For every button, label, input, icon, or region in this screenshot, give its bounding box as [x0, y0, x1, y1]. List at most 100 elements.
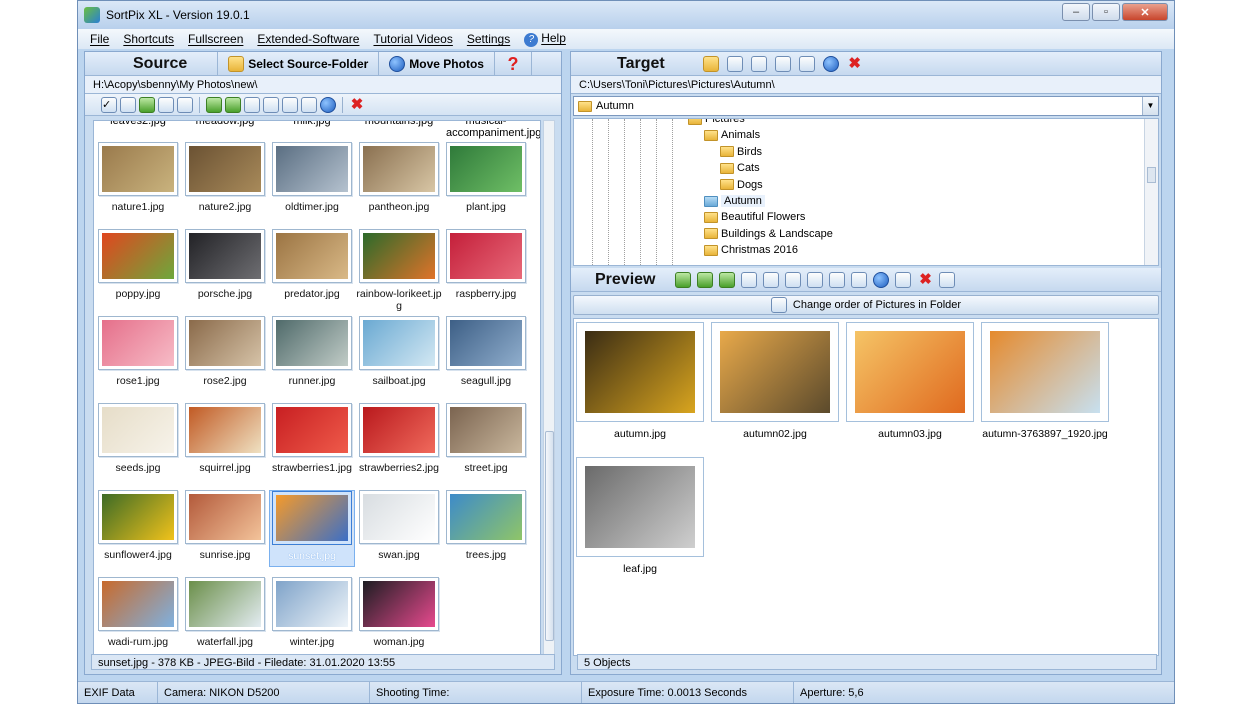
- thumbnail-item[interactable]: seagull.jpg: [443, 316, 529, 387]
- move-photos-button[interactable]: Move Photos: [378, 52, 494, 75]
- preview-item[interactable]: autumn-3763897_1920.jpg: [981, 322, 1109, 440]
- delete-icon[interactable]: ✖: [349, 96, 365, 113]
- menu-help[interactable]: ? Help: [524, 31, 566, 47]
- properties-icon[interactable]: [785, 271, 802, 288]
- menu-shortcuts[interactable]: Shortcuts: [123, 32, 174, 46]
- thumbnail-item[interactable]: porsche.jpg: [182, 229, 268, 300]
- preview-item[interactable]: autumn03.jpg: [846, 322, 974, 440]
- thumbnail-item[interactable]: poppy.jpg: [95, 229, 181, 300]
- menu-tutorial-videos[interactable]: Tutorial Videos: [373, 32, 452, 46]
- edit-icon[interactable]: [301, 96, 317, 113]
- tree-item[interactable]: Buildings & Landscape: [704, 228, 833, 240]
- delete-icon[interactable]: ✖: [917, 271, 933, 288]
- delete-icon[interactable]: ✖: [847, 55, 863, 72]
- thumbnail-item[interactable]: swan.jpg: [356, 490, 442, 561]
- thumbnail-item[interactable]: sailboat.jpg: [356, 316, 442, 387]
- thumbnail-item[interactable]: nature2.jpg: [182, 142, 268, 213]
- tree-item[interactable]: Animals: [704, 129, 760, 141]
- check-all-icon[interactable]: ✓: [101, 96, 117, 113]
- thumbnail-item[interactable]: rose2.jpg: [182, 316, 268, 387]
- thumbnail-item[interactable]: wadi-rum.jpg: [95, 577, 181, 648]
- copy-icon[interactable]: [939, 271, 956, 288]
- thumbnail-item[interactable]: pantheon.jpg: [356, 142, 442, 213]
- filter-icon[interactable]: [177, 96, 193, 113]
- thumbnail-item[interactable]: rose1.jpg: [95, 316, 181, 387]
- source-scrollbar[interactable]: [543, 120, 555, 656]
- globe-icon[interactable]: [320, 96, 336, 113]
- preview-label: leaf.jpg: [623, 563, 657, 575]
- sort-icon[interactable]: [719, 271, 736, 288]
- tree-item[interactable]: Birds: [720, 146, 762, 158]
- thumbnail-item[interactable]: waterfall.jpg: [182, 577, 268, 648]
- preview-label: autumn02.jpg: [743, 428, 807, 440]
- change-order-button[interactable]: Change order of Pictures in Folder: [573, 295, 1159, 315]
- refresh-icon[interactable]: [774, 55, 791, 72]
- tree-item[interactable]: Dogs: [720, 179, 763, 191]
- help-button[interactable]: ?: [493, 52, 532, 75]
- thumbnail-item[interactable]: trees.jpg: [443, 490, 529, 561]
- export-icon[interactable]: [798, 55, 815, 72]
- rotate-left-icon[interactable]: [206, 96, 222, 113]
- preview-item[interactable]: autumn02.jpg: [711, 322, 839, 440]
- thumbnail-item[interactable]: squirrel.jpg: [182, 403, 268, 474]
- menu-fullscreen[interactable]: Fullscreen: [188, 32, 243, 46]
- search-icon[interactable]: [750, 55, 767, 72]
- maximize-button[interactable]: ▫: [1092, 3, 1120, 21]
- thumbnail-item[interactable]: sunflower4.jpg: [95, 490, 181, 561]
- thumbnail-label: swan.jpg: [378, 549, 420, 561]
- preview-item[interactable]: autumn.jpg: [576, 322, 704, 440]
- globe-icon[interactable]: [822, 55, 839, 72]
- slideshow-icon[interactable]: [244, 96, 260, 113]
- chevron-down-icon[interactable]: ▼: [1142, 97, 1158, 115]
- new-folder-icon[interactable]: [702, 55, 719, 72]
- menu-extended-software[interactable]: Extended-Software: [257, 32, 359, 46]
- target-folder-select[interactable]: Autumn ▼: [573, 96, 1159, 116]
- folder-icon: [704, 195, 718, 207]
- tree-item[interactable]: Christmas 2016: [704, 244, 798, 256]
- edit-icon[interactable]: [829, 271, 846, 288]
- thumbnail-item[interactable]: sunset.jpg: [269, 490, 355, 567]
- uncheck-all-icon[interactable]: [120, 96, 136, 113]
- thumbnail-item[interactable]: winter.jpg: [269, 577, 355, 648]
- thumbnail-item[interactable]: strawberries1.jpg: [269, 403, 355, 474]
- preview-item[interactable]: leaf.jpg: [576, 457, 704, 575]
- thumbnail-item[interactable]: plant.jpg: [443, 142, 529, 213]
- thumbnail-item[interactable]: seeds.jpg: [95, 403, 181, 474]
- preview-image: [846, 322, 974, 422]
- export-icon[interactable]: [851, 271, 868, 288]
- thumbnail-item[interactable]: sunrise.jpg: [182, 490, 268, 561]
- tree-item[interactable]: Autumn: [704, 195, 765, 207]
- tree-item[interactable]: Beautiful Flowers: [704, 211, 805, 223]
- sort-icon[interactable]: [139, 96, 155, 113]
- menu-file[interactable]: File: [90, 32, 109, 46]
- rotate-right-icon[interactable]: [697, 271, 714, 288]
- thumbnail-item[interactable]: predator.jpg: [269, 229, 355, 300]
- menu-settings[interactable]: Settings: [467, 32, 510, 46]
- app-icon: [84, 7, 100, 23]
- move-icon[interactable]: [726, 55, 743, 72]
- close-window-button[interactable]: ✕: [1122, 3, 1168, 21]
- search-icon[interactable]: [282, 96, 298, 113]
- globe-icon[interactable]: [873, 271, 890, 288]
- properties-icon[interactable]: [263, 96, 279, 113]
- search-icon[interactable]: [807, 271, 824, 288]
- thumbnail-item[interactable]: strawberries2.jpg: [356, 403, 442, 474]
- thumbnail-item[interactable]: nature1.jpg: [95, 142, 181, 213]
- grid-view-icon[interactable]: [741, 271, 758, 288]
- thumbnail-item[interactable]: street.jpg: [443, 403, 529, 474]
- thumbnail-item[interactable]: raspberry.jpg: [443, 229, 529, 300]
- rotate-left-icon[interactable]: [675, 271, 692, 288]
- thumbnail-item[interactable]: rainbow-lorikeet.jpg: [356, 229, 442, 312]
- tree-scrollbar[interactable]: [1144, 119, 1158, 265]
- thumbnail-item[interactable]: oldtimer.jpg: [269, 142, 355, 213]
- select-source-folder-button[interactable]: Select Source-Folder: [217, 52, 378, 75]
- slideshow-icon[interactable]: [763, 271, 780, 288]
- play-icon[interactable]: [895, 271, 912, 288]
- rotate-right-icon[interactable]: [225, 96, 241, 113]
- thumbnail-item[interactable]: runner.jpg: [269, 316, 355, 387]
- thumbnail-item[interactable]: woman.jpg: [356, 577, 442, 648]
- tree-item[interactable]: Pictures: [688, 119, 745, 125]
- minimize-button[interactable]: –: [1062, 3, 1090, 21]
- tree-item[interactable]: Cats: [720, 162, 760, 174]
- grid-view-icon[interactable]: [158, 96, 174, 113]
